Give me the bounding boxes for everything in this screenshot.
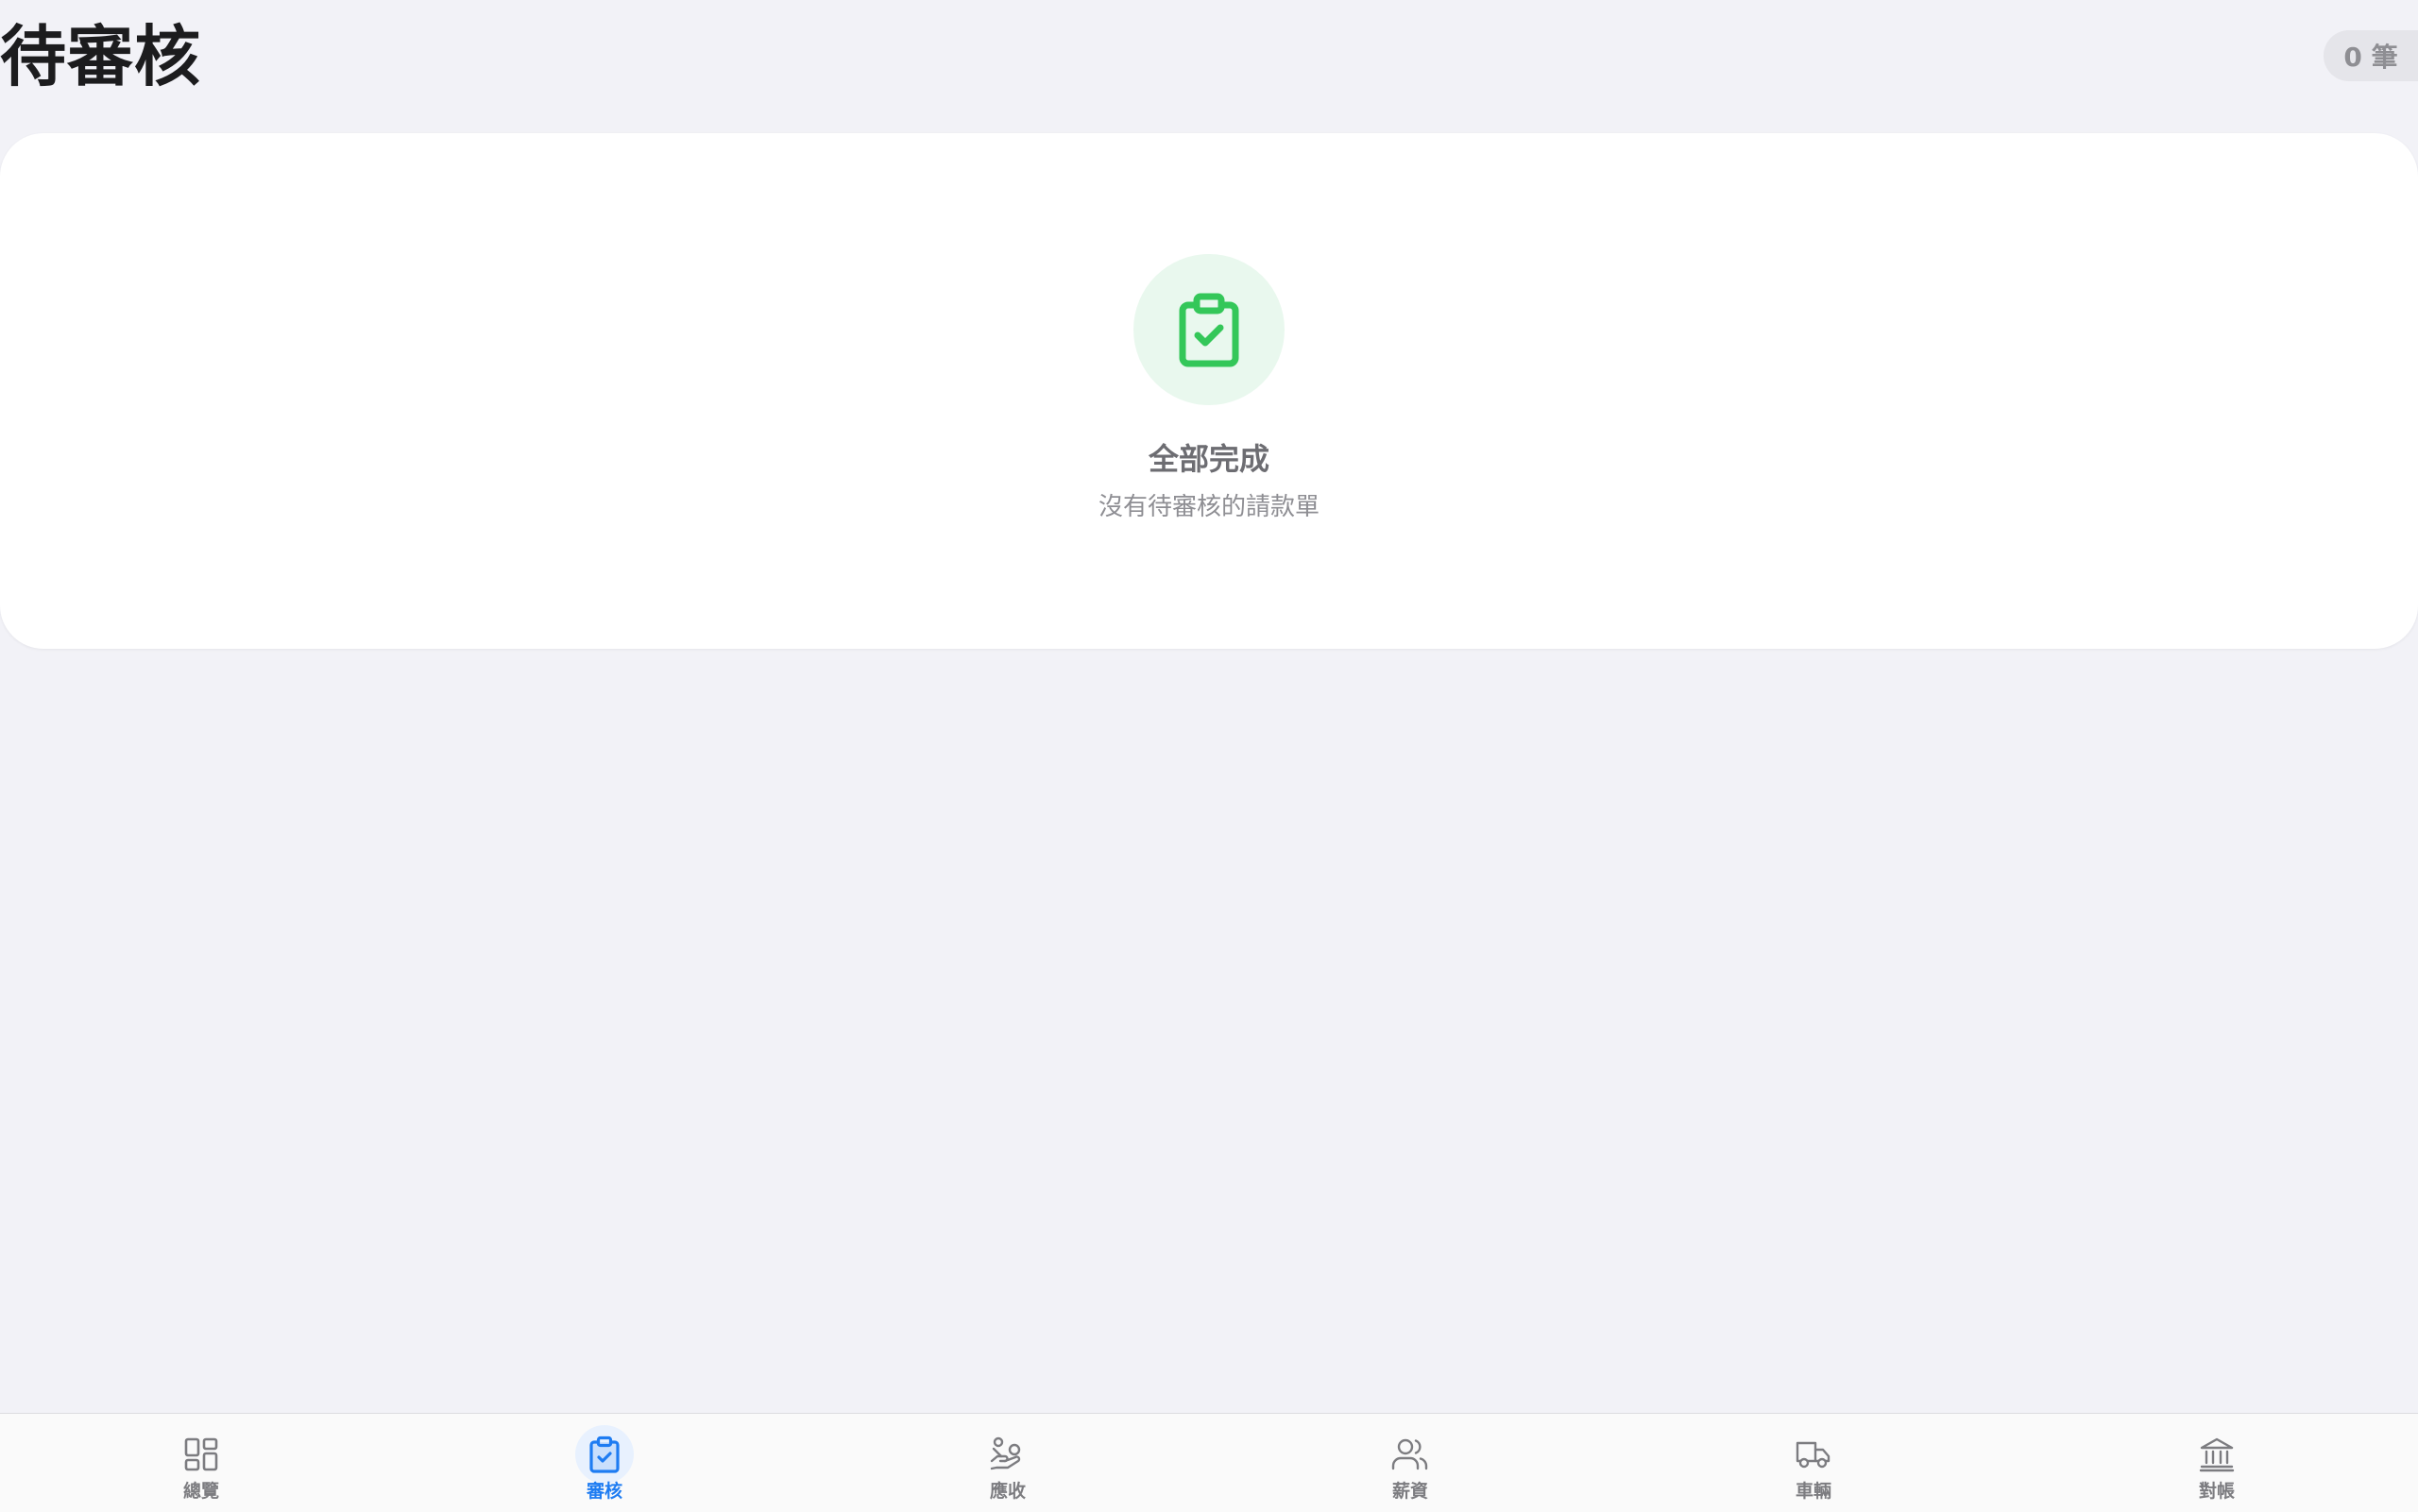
grid-icon xyxy=(184,1437,218,1471)
empty-state-subtitle: 沒有待審核的請款單 xyxy=(1098,493,1320,521)
bank-icon xyxy=(2199,1437,2235,1472)
page-title: 待審核 xyxy=(0,18,201,95)
tab-label: 總覽 xyxy=(182,1481,219,1502)
clipboard-check-icon xyxy=(589,1436,620,1473)
tab-label: 應收 xyxy=(989,1481,1026,1502)
hand-coins-icon xyxy=(990,1436,1021,1470)
tab-vehicles[interactable]: 車輛 xyxy=(1738,1414,1889,1512)
tab-receivables[interactable]: 應收 xyxy=(932,1414,1083,1512)
tab-label: 對帳 xyxy=(2198,1481,2235,1502)
tab-label: 車輛 xyxy=(1795,1481,1831,1502)
tab-payroll[interactable]: 薪資 xyxy=(1335,1414,1486,1512)
empty-state-card: 全部完成 沒有待審核的請款單 xyxy=(0,133,2418,649)
tab-overview[interactable]: 總覽 xyxy=(126,1414,277,1512)
tab-review[interactable]: 審核 xyxy=(529,1414,680,1512)
tab-label: 薪資 xyxy=(1391,1481,1428,1502)
count-badge: 0 筆 xyxy=(2324,30,2418,81)
users-icon xyxy=(1391,1438,1428,1470)
empty-state-title: 全部完成 xyxy=(1148,441,1269,477)
clipboard-check-icon xyxy=(1179,293,1239,367)
tab-reconciliation[interactable]: 對帳 xyxy=(2141,1414,2292,1512)
empty-state-icon-circle xyxy=(1133,254,1285,405)
truck-icon xyxy=(1796,1441,1831,1469)
tab-label: 審核 xyxy=(586,1481,622,1502)
bottom-tab-bar: 總覽 審核 應收 薪資 車輛 對帳 xyxy=(0,1413,2418,1512)
